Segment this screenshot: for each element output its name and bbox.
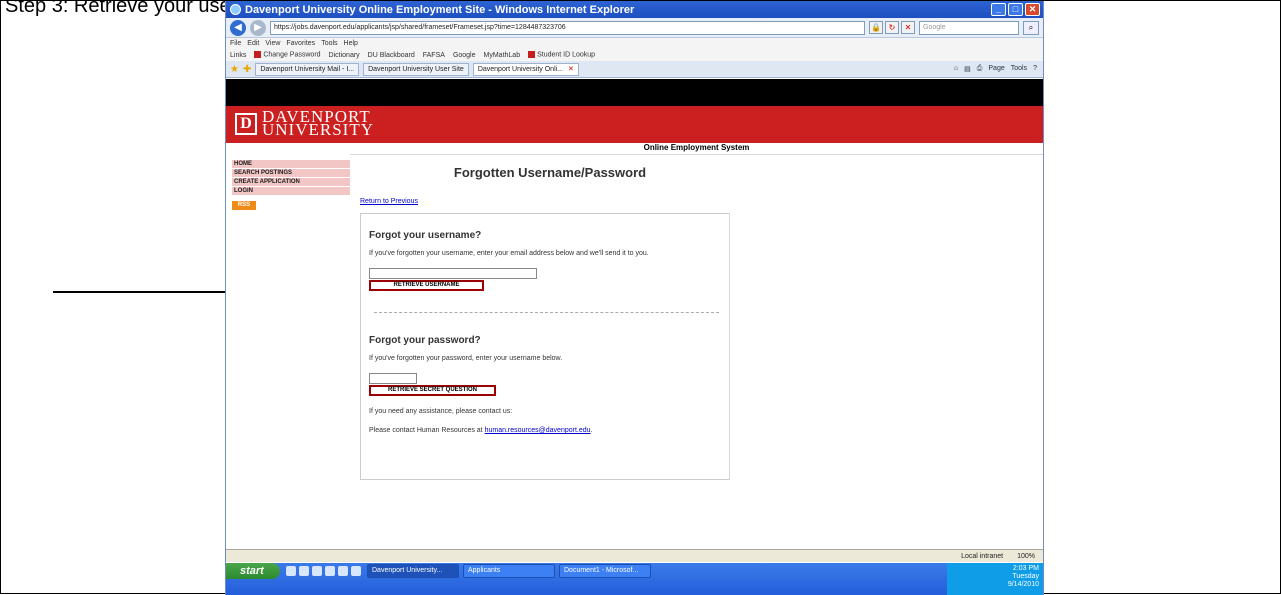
taskbar-word[interactable]: Document1 - Microsof... xyxy=(559,564,651,578)
username-instructions: If you've forgotten your username, enter… xyxy=(369,250,649,257)
screenshot-frame: Step 3: Retrieve your username or reset … xyxy=(0,0,1281,595)
contact-text: Please contact Human Resources at human.… xyxy=(369,427,593,434)
tools-menu[interactable]: Tools xyxy=(1011,65,1027,73)
link-student-id-lookup[interactable]: Student ID Lookup xyxy=(528,51,595,59)
du-logo-icon xyxy=(528,51,536,59)
system-tray: 2:03 PM Tuesday 9/14/2010 xyxy=(947,563,1043,595)
menu-view[interactable]: View xyxy=(265,40,280,47)
window-controls: _ □ ✕ xyxy=(991,3,1043,16)
page-title: Forgotten Username/Password xyxy=(453,165,647,180)
ie-window: Davenport University Online Employment S… xyxy=(225,1,1044,595)
back-icon[interactable]: ◀ xyxy=(230,19,246,36)
links-label: Links xyxy=(230,51,247,59)
quick-launch-icon[interactable] xyxy=(286,566,296,576)
username-heading: Forgot your username? xyxy=(369,230,482,241)
lock-icon[interactable]: 🔒 xyxy=(869,21,883,34)
menu-file[interactable]: File xyxy=(230,40,241,47)
link-google[interactable]: Google xyxy=(453,52,476,59)
quick-launch-icon[interactable] xyxy=(299,566,309,576)
taskbar-ie[interactable]: Davenport University... xyxy=(367,564,459,578)
contact-email-link[interactable]: human.resources@davenport.edu xyxy=(485,427,591,434)
window-title: Davenport University Online Employment S… xyxy=(245,3,635,16)
tab-user-site[interactable]: Davenport University User Site xyxy=(363,62,469,76)
site-header: D DAVENPORT UNIVERSITY xyxy=(226,106,1043,143)
links-bar: Links Change Password Dictionary DU Blac… xyxy=(226,49,1043,61)
quick-launch-icon[interactable] xyxy=(338,566,348,576)
link-fafsa[interactable]: FAFSA xyxy=(423,52,445,59)
web-page: D DAVENPORT UNIVERSITY Online Employment… xyxy=(226,79,1043,549)
status-bar: Local intranet 100% xyxy=(226,549,1043,562)
tab-mail[interactable]: Davenport University Mail - I... xyxy=(255,62,360,76)
sidebar-item-login[interactable]: LOGIN xyxy=(232,187,350,196)
assist-text: If you need any assistance, please conta… xyxy=(369,408,513,415)
site-top-bar xyxy=(226,79,1043,106)
system-title: Online Employment System xyxy=(350,143,1043,155)
print-icon[interactable]: ⎙ xyxy=(977,65,983,73)
sidebar-item-home[interactable]: HOME xyxy=(232,160,350,169)
site-logo-text: DAVENPORT UNIVERSITY xyxy=(262,107,374,139)
link-du-blackboard[interactable]: DU Blackboard xyxy=(368,52,415,59)
quick-launch-icon[interactable] xyxy=(351,566,361,576)
main-content: Forgotten Username/Password Return to Pr… xyxy=(360,165,740,480)
menu-bar: File Edit View Favorites Tools Help xyxy=(226,38,1043,49)
intranet-zone: Local intranet xyxy=(961,552,1004,560)
link-mymathlab[interactable]: MyMathLab xyxy=(484,52,521,59)
return-link[interactable]: Return to Previous xyxy=(360,198,740,205)
page-menu[interactable]: Page xyxy=(988,65,1004,73)
url-input[interactable]: https://jobs.davenport.edu/applicants/js… xyxy=(270,20,865,35)
quick-launch-icon[interactable] xyxy=(325,566,335,576)
tabs-bar: ★ ✚ Davenport University Mail - I... Dav… xyxy=(226,61,1043,78)
retrieve-username-button[interactable]: RETRIEVE USERNAME xyxy=(369,280,484,291)
maximize-button[interactable]: □ xyxy=(1008,3,1023,16)
close-button[interactable]: ✕ xyxy=(1025,3,1040,16)
site-sidebar: HOME SEARCH POSTINGS CREATE APPLICATION … xyxy=(232,160,350,210)
username-input[interactable] xyxy=(369,373,417,384)
quick-launch xyxy=(280,563,367,579)
windows-taskbar: start Davenport University... Applicants… xyxy=(226,563,1043,595)
feeds-icon[interactable]: ▤ xyxy=(964,65,971,73)
address-bar: ◀ ▶ https://jobs.davenport.edu/applicant… xyxy=(226,18,1043,38)
menu-tools[interactable]: Tools xyxy=(321,40,337,47)
search-input[interactable]: Google xyxy=(919,20,1019,35)
clock-day: Tuesday xyxy=(1012,573,1039,580)
start-button[interactable]: start xyxy=(226,563,280,579)
menu-help[interactable]: Help xyxy=(344,40,358,47)
forward-icon[interactable]: ▶ xyxy=(250,19,266,36)
taskbar-applicants[interactable]: Applicants xyxy=(463,564,555,578)
menu-favorites[interactable]: Favorites xyxy=(286,40,315,47)
minimize-button[interactable]: _ xyxy=(991,3,1006,16)
link-change-password[interactable]: Change Password xyxy=(254,51,321,59)
zoom-level[interactable]: 100% xyxy=(1017,553,1035,560)
favorites-star-icon[interactable]: ★ xyxy=(230,64,239,75)
tab-close-icon[interactable]: ✕ xyxy=(568,65,574,73)
help-icon[interactable]: ? xyxy=(1033,65,1037,73)
stop-icon[interactable]: ✕ xyxy=(901,21,915,34)
quick-launch-icon[interactable] xyxy=(312,566,322,576)
rss-icon[interactable]: RSS xyxy=(232,201,256,210)
du-logo-icon: D xyxy=(235,113,257,135)
menu-edit[interactable]: Edit xyxy=(247,40,259,47)
add-favorite-icon[interactable]: ✚ xyxy=(243,64,251,75)
ie-logo-icon xyxy=(230,4,241,15)
email-input[interactable] xyxy=(369,268,537,279)
window-titlebar: Davenport University Online Employment S… xyxy=(226,1,1043,18)
recovery-box: Forgot your username? If you've forgotte… xyxy=(360,213,730,480)
command-bar: ⌂ ▤ ⎙ Page Tools ? xyxy=(954,65,1043,73)
password-heading: Forgot your password? xyxy=(369,335,481,346)
refresh-icon[interactable]: ↻ xyxy=(885,21,899,34)
search-icon[interactable]: ⌕ xyxy=(1023,20,1039,35)
du-logo-icon xyxy=(254,51,262,59)
section-divider xyxy=(374,312,719,313)
address-actions: 🔒 ↻ ✕ xyxy=(869,21,915,34)
retrieve-secret-question-button[interactable]: RETRIEVE SECRET QUESTION xyxy=(369,385,496,396)
home-icon[interactable]: ⌂ xyxy=(954,65,958,73)
sidebar-item-create-application[interactable]: CREATE APPLICATION xyxy=(232,178,350,187)
link-dictionary[interactable]: Dictionary xyxy=(329,52,360,59)
tab-employment-site[interactable]: Davenport University Onli... ✕ xyxy=(472,62,579,76)
clock-time: 2:03 PM xyxy=(1012,565,1039,572)
password-instructions: If you've forgotten your password, enter… xyxy=(369,355,563,362)
sidebar-item-search-postings[interactable]: SEARCH POSTINGS xyxy=(232,169,350,178)
clock-date: 9/14/2010 xyxy=(1007,581,1039,588)
